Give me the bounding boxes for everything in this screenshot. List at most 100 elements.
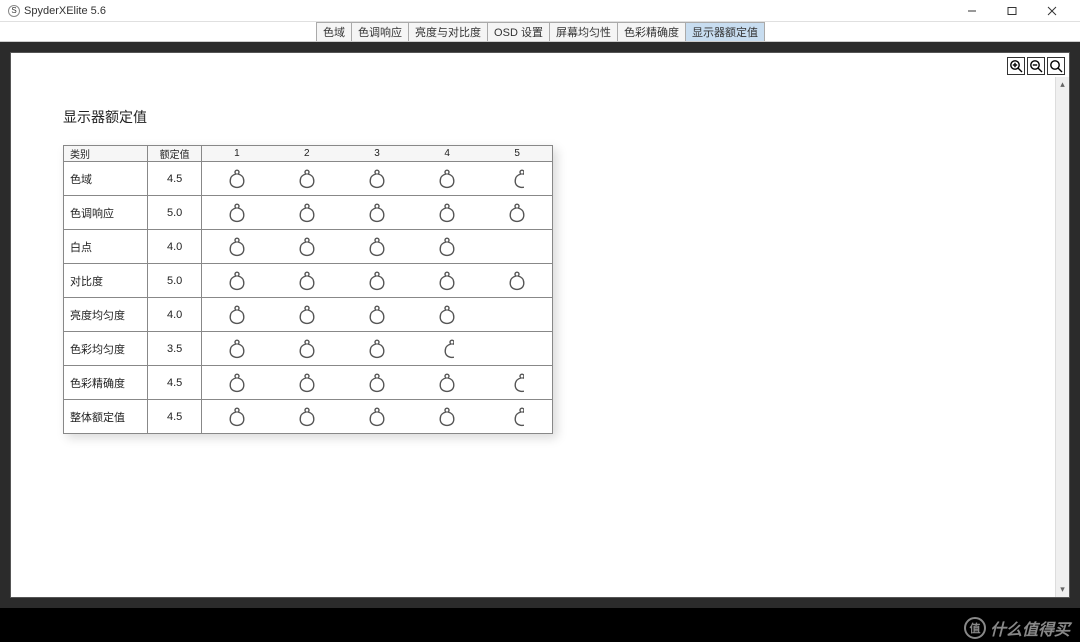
maximize-button[interactable] xyxy=(992,0,1032,22)
datacolor-rating-icon xyxy=(295,303,319,327)
zoom-fit-button[interactable] xyxy=(1047,57,1065,75)
rating-icon-cell xyxy=(202,298,272,332)
content-frame: ▴ ▾ 显示器额定值 类别 额定值 1 2 3 4 5 xyxy=(0,42,1080,608)
rating-icon-cell xyxy=(342,366,412,400)
watermark-badge-icon: 值 xyxy=(964,617,986,639)
datacolor-rating-icon xyxy=(365,303,389,327)
datacolor-rating-icon xyxy=(225,167,249,191)
header-num-5: 5 xyxy=(482,146,552,162)
zoom-in-button[interactable] xyxy=(1007,57,1025,75)
rating-icon-cell xyxy=(482,264,552,298)
rating-icon-cell xyxy=(412,298,482,332)
header-num-1: 1 xyxy=(202,146,272,162)
datacolor-rating-half-icon xyxy=(510,405,524,429)
rating-icon-cell xyxy=(412,332,482,366)
datacolor-rating-icon xyxy=(365,269,389,293)
rating-icon-cell xyxy=(202,332,272,366)
rating-icon-cell xyxy=(202,366,272,400)
rating-icon-cell xyxy=(342,162,412,196)
datacolor-rating-icon xyxy=(435,269,459,293)
datacolor-rating-icon xyxy=(295,235,319,259)
rating-icon-cell xyxy=(272,400,342,434)
rating-icon-cell xyxy=(482,298,552,332)
datacolor-rating-icon xyxy=(295,337,319,361)
rating-icon-cell xyxy=(412,162,482,196)
category-cell: 白点 xyxy=(64,230,148,264)
minimize-button[interactable] xyxy=(952,0,992,22)
rating-icon-cell xyxy=(342,230,412,264)
datacolor-rating-half-icon xyxy=(510,167,524,191)
rating-icon-cell xyxy=(272,264,342,298)
zoom-in-icon xyxy=(1009,59,1023,73)
datacolor-rating-icon xyxy=(435,405,459,429)
table-row: 色彩精确度4.5 xyxy=(64,366,553,400)
datacolor-rating-half-icon xyxy=(440,337,454,361)
app-icon: S xyxy=(8,5,20,17)
category-cell: 色彩均匀度 xyxy=(64,332,148,366)
rating-value-cell: 5.0 xyxy=(148,196,202,230)
datacolor-rating-icon xyxy=(365,235,389,259)
zoom-out-icon xyxy=(1029,59,1043,73)
rating-value-cell: 4.5 xyxy=(148,162,202,196)
datacolor-rating-icon xyxy=(225,405,249,429)
datacolor-rating-icon xyxy=(435,201,459,225)
datacolor-rating-icon xyxy=(225,269,249,293)
datacolor-rating-icon xyxy=(295,371,319,395)
report-panel: 显示器额定值 类别 额定值 1 2 3 4 5 色域4.5色调响应5. xyxy=(63,107,583,434)
rating-icon-cell xyxy=(412,366,482,400)
datacolor-rating-icon xyxy=(365,405,389,429)
rating-icon-cell xyxy=(412,230,482,264)
datacolor-rating-icon xyxy=(505,269,529,293)
scroll-up-icon: ▴ xyxy=(1060,77,1065,92)
report-canvas: ▴ ▾ 显示器额定值 类别 额定值 1 2 3 4 5 xyxy=(10,52,1070,598)
tab-1[interactable]: 色调响应 xyxy=(351,22,409,41)
rating-icon-cell xyxy=(342,332,412,366)
datacolor-rating-icon xyxy=(295,201,319,225)
rating-icon-cell xyxy=(202,162,272,196)
close-button[interactable] xyxy=(1032,0,1072,22)
rating-table: 类别 额定值 1 2 3 4 5 色域4.5色调响应5.0白点4.0对比度5.0… xyxy=(63,145,553,434)
header-num-4: 4 xyxy=(412,146,482,162)
datacolor-rating-icon xyxy=(365,167,389,191)
zoom-controls xyxy=(1007,57,1065,75)
scroll-down-icon: ▾ xyxy=(1060,582,1065,597)
scrollbar-vertical[interactable]: ▴ ▾ xyxy=(1055,77,1069,597)
header-num-3: 3 xyxy=(342,146,412,162)
zoom-fit-icon xyxy=(1049,59,1063,73)
rating-icon-cell xyxy=(272,298,342,332)
table-row: 白点4.0 xyxy=(64,230,553,264)
tab-6[interactable]: 显示器额定值 xyxy=(685,22,765,41)
rating-icon-cell xyxy=(202,230,272,264)
rating-icon-cell xyxy=(272,162,342,196)
tab-2[interactable]: 亮度与对比度 xyxy=(408,22,488,41)
rating-icon-cell xyxy=(412,196,482,230)
rating-icon-cell xyxy=(482,196,552,230)
rating-icon-cell xyxy=(342,400,412,434)
tab-0[interactable]: 色域 xyxy=(316,22,352,41)
tab-5[interactable]: 色彩精确度 xyxy=(617,22,686,41)
table-row: 亮度均匀度4.0 xyxy=(64,298,553,332)
rating-icon-cell xyxy=(202,400,272,434)
category-cell: 亮度均匀度 xyxy=(64,298,148,332)
rating-icon-cell xyxy=(482,332,552,366)
datacolor-rating-icon xyxy=(295,405,319,429)
window-controls xyxy=(952,0,1072,22)
datacolor-rating-icon xyxy=(225,337,249,361)
tab-3[interactable]: OSD 设置 xyxy=(487,22,550,41)
rating-icon-cell xyxy=(272,366,342,400)
category-cell: 整体额定值 xyxy=(64,400,148,434)
datacolor-rating-icon xyxy=(435,167,459,191)
tab-4[interactable]: 屏幕均匀性 xyxy=(549,22,618,41)
datacolor-rating-icon xyxy=(225,371,249,395)
rating-icon-cell xyxy=(342,298,412,332)
tabbar: 色域色调响应亮度与对比度OSD 设置屏幕均匀性色彩精确度显示器额定值 xyxy=(0,22,1080,42)
rating-value-cell: 3.5 xyxy=(148,332,202,366)
rating-icon-cell xyxy=(412,264,482,298)
table-row: 对比度5.0 xyxy=(64,264,553,298)
rating-value-cell: 4.0 xyxy=(148,230,202,264)
table-row: 整体额定值4.5 xyxy=(64,400,553,434)
rating-icon-cell xyxy=(202,264,272,298)
datacolor-rating-icon xyxy=(435,303,459,327)
rating-value-cell: 4.5 xyxy=(148,400,202,434)
zoom-out-button[interactable] xyxy=(1027,57,1045,75)
